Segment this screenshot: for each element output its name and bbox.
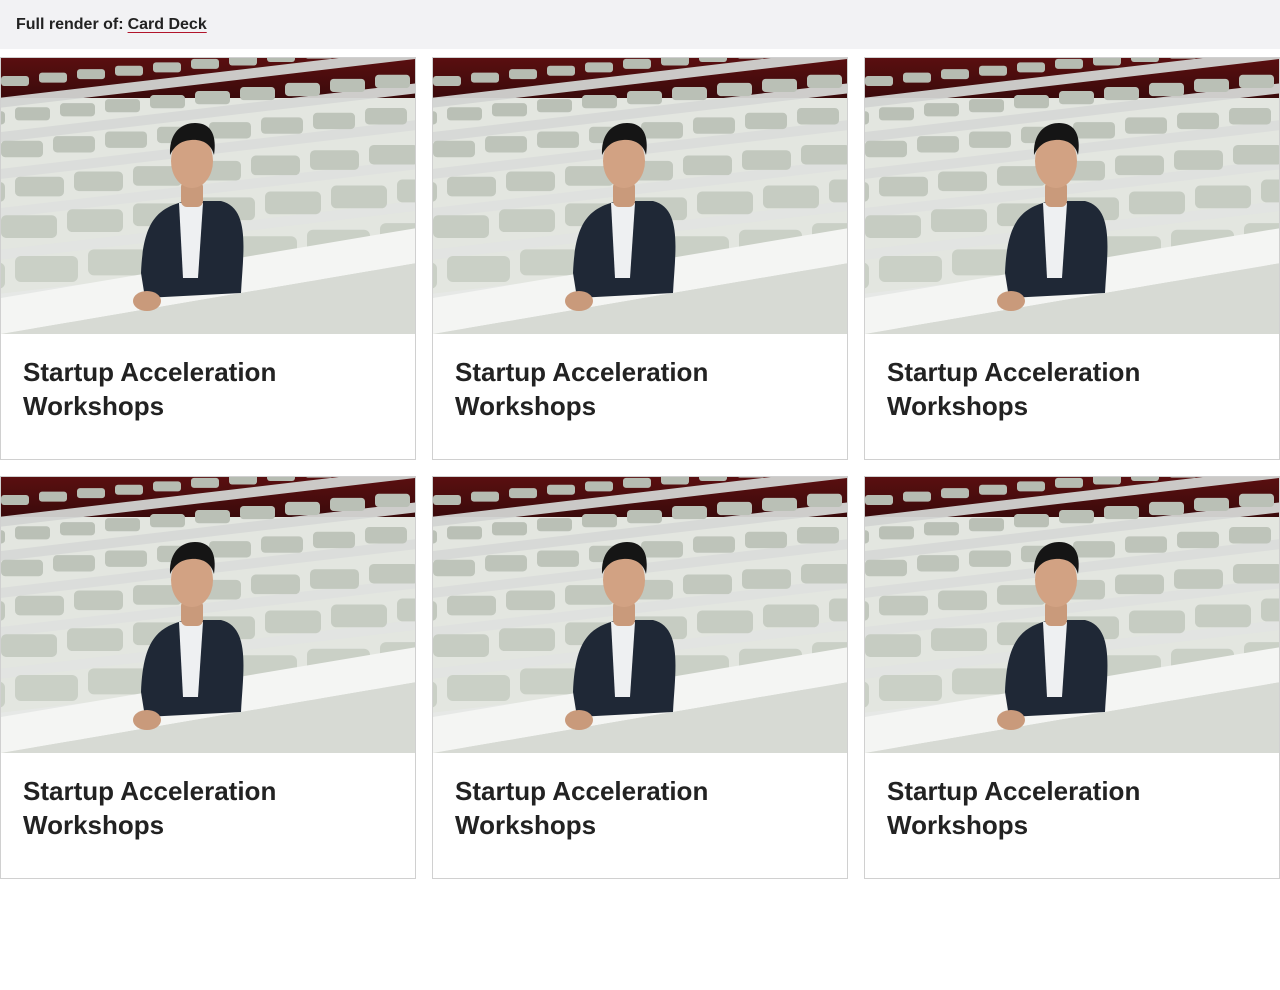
card-image bbox=[865, 477, 1279, 753]
card[interactable]: Startup Acceleration Workshops bbox=[0, 57, 416, 460]
card-body: Startup Acceleration Workshops bbox=[1, 334, 415, 423]
card-image bbox=[433, 58, 847, 334]
card-deck: Startup Acceleration Workshops Startup A… bbox=[0, 57, 1280, 879]
card-body: Startup Acceleration Workshops bbox=[433, 753, 847, 842]
card-body: Startup Acceleration Workshops bbox=[433, 334, 847, 423]
card-body: Startup Acceleration Workshops bbox=[1, 753, 415, 842]
card-image bbox=[865, 58, 1279, 334]
card-deck-link[interactable]: Card Deck bbox=[128, 16, 207, 34]
card-title[interactable]: Startup Acceleration Workshops bbox=[23, 774, 323, 842]
card[interactable]: Startup Acceleration Workshops bbox=[432, 57, 848, 460]
card-body: Startup Acceleration Workshops bbox=[865, 334, 1279, 423]
card-title[interactable]: Startup Acceleration Workshops bbox=[455, 774, 755, 842]
render-header-prefix: Full render of: bbox=[16, 15, 124, 33]
card-title[interactable]: Startup Acceleration Workshops bbox=[455, 355, 755, 423]
card[interactable]: Startup Acceleration Workshops bbox=[864, 57, 1280, 460]
card-body: Startup Acceleration Workshops bbox=[865, 753, 1279, 842]
card-image bbox=[1, 477, 415, 753]
render-header: Full render of: Card Deck bbox=[0, 0, 1280, 49]
card[interactable]: Startup Acceleration Workshops bbox=[864, 476, 1280, 879]
card-title[interactable]: Startup Acceleration Workshops bbox=[887, 774, 1187, 842]
card-image bbox=[433, 477, 847, 753]
card[interactable]: Startup Acceleration Workshops bbox=[432, 476, 848, 879]
card[interactable]: Startup Acceleration Workshops bbox=[0, 476, 416, 879]
card-image bbox=[1, 58, 415, 334]
card-title[interactable]: Startup Acceleration Workshops bbox=[23, 355, 323, 423]
card-title[interactable]: Startup Acceleration Workshops bbox=[887, 355, 1187, 423]
